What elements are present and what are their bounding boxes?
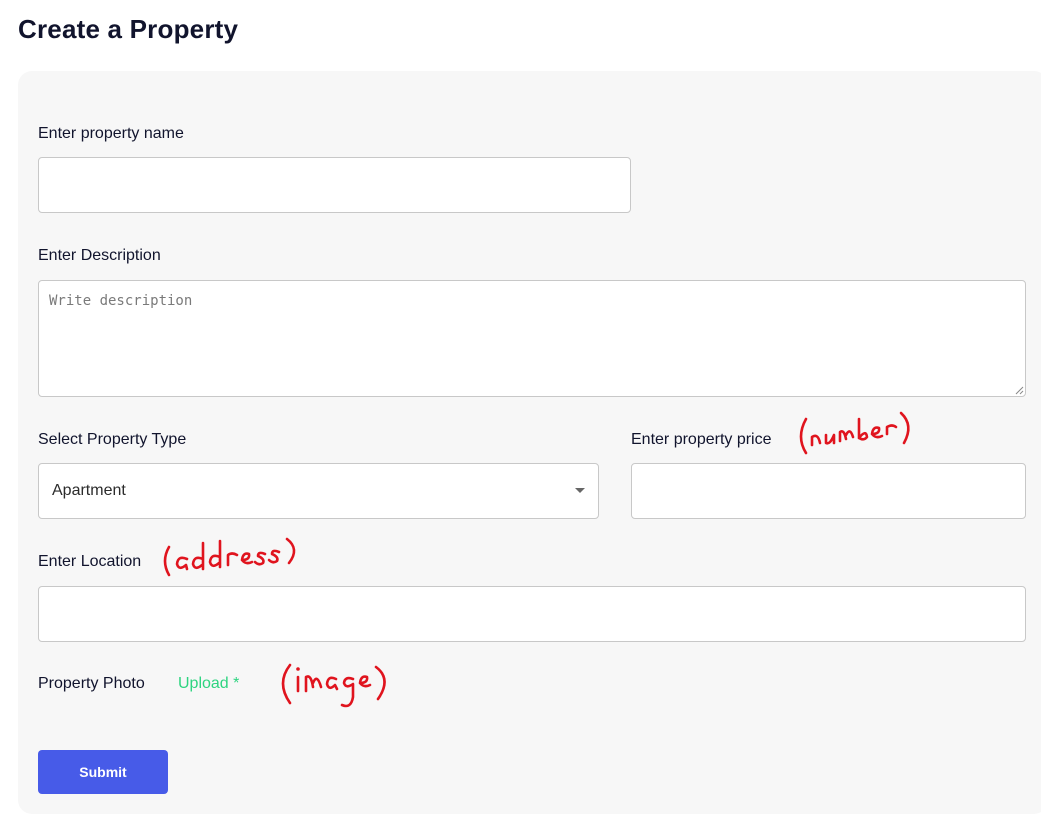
submit-button[interactable]: Submit (38, 750, 168, 794)
location-label: Enter Location (38, 553, 142, 570)
caret-down-icon (575, 488, 585, 493)
description-textarea[interactable] (38, 280, 1026, 397)
property-price-label: Enter property price (631, 431, 772, 448)
property-name-label: Enter property name (38, 125, 184, 142)
number-handwritten-note (799, 411, 910, 455)
page-title: Create a Property (18, 14, 239, 44)
property-photo-label: Property Photo (38, 675, 145, 692)
resize-handle-icon[interactable] (1014, 385, 1024, 395)
image-handwritten-note (281, 663, 386, 708)
address-handwritten-note (163, 537, 296, 577)
upload-button[interactable]: Upload * (178, 675, 239, 693)
description-label: Enter Description (38, 247, 161, 264)
location-input[interactable] (38, 586, 1026, 642)
property-price-input[interactable] (631, 463, 1026, 519)
create-property-page: Create a Property Enter property name En… (0, 0, 1041, 831)
property-name-input[interactable] (38, 157, 631, 213)
property-type-select[interactable]: Apartment (38, 463, 599, 519)
property-type-label: Select Property Type (38, 431, 187, 448)
property-type-value: Apartment (52, 482, 126, 499)
